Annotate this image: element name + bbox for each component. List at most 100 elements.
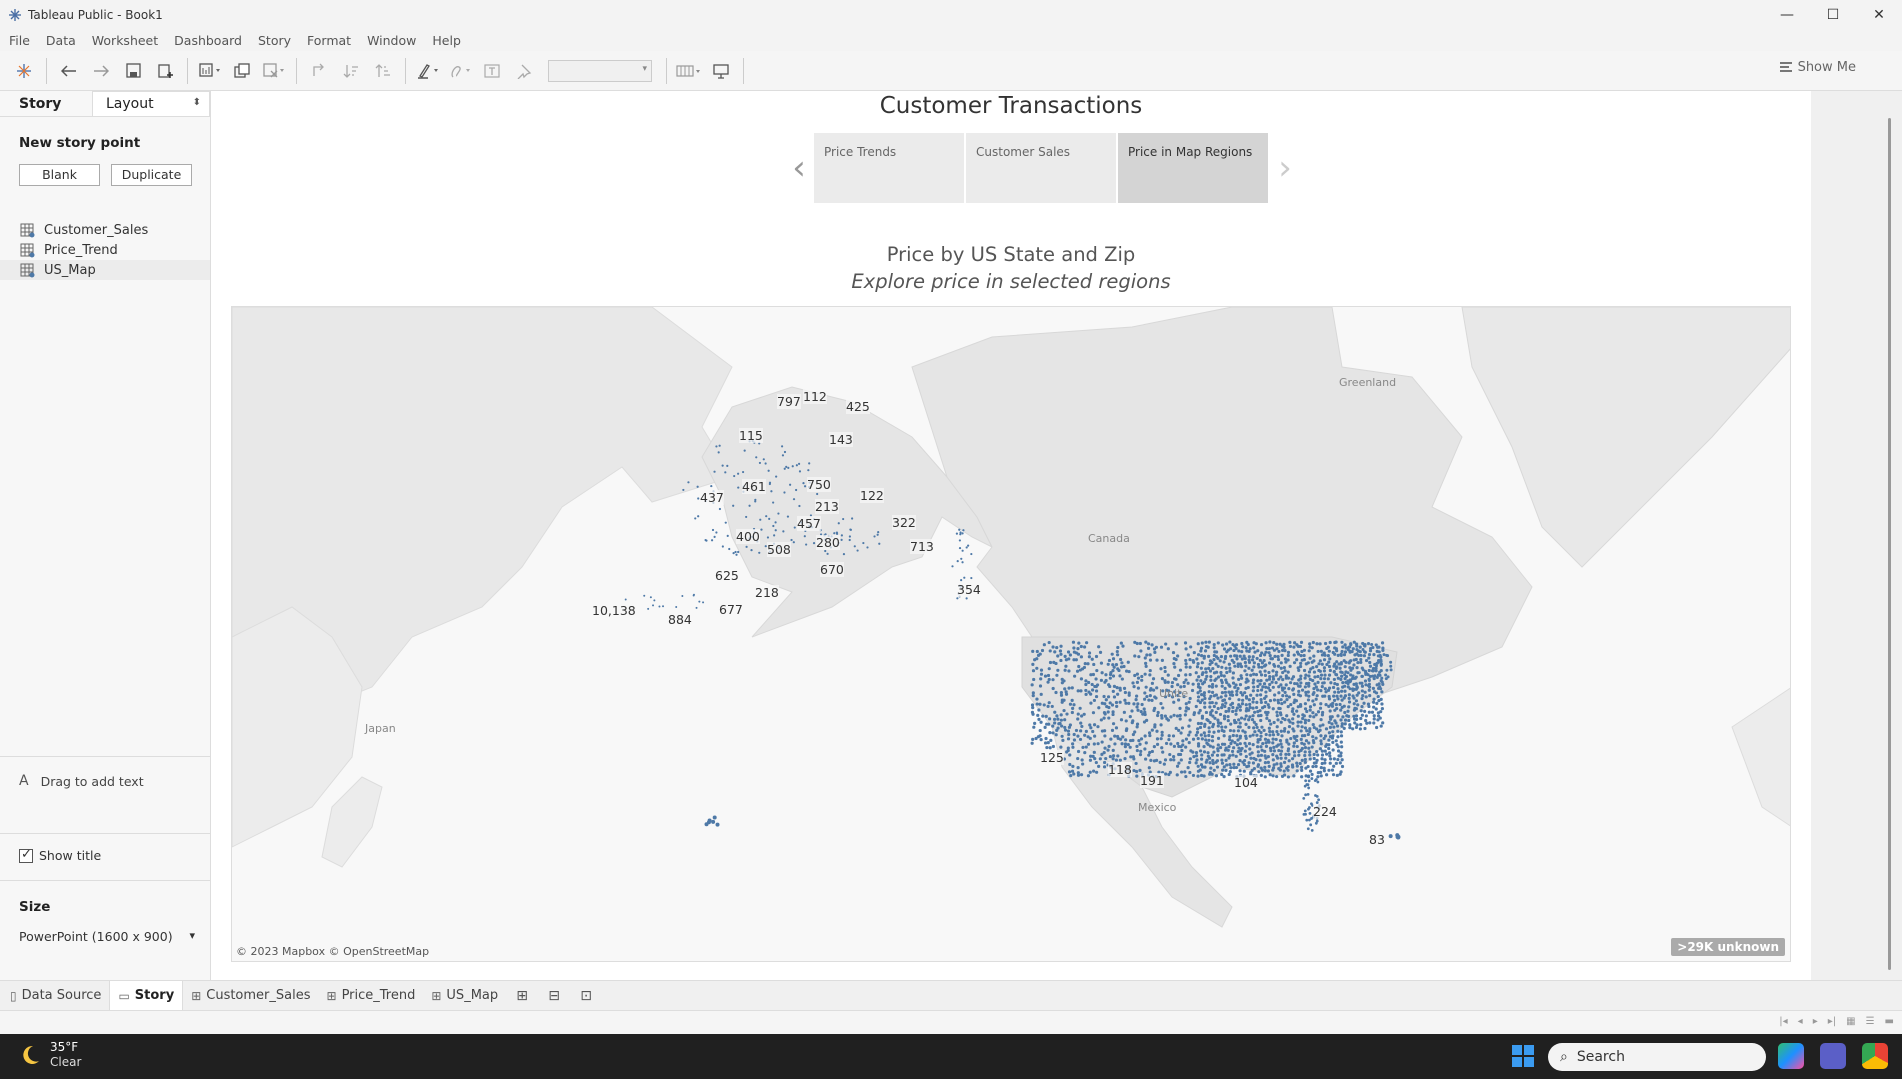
zip-mark[interactable] (1328, 709, 1332, 713)
zip-mark[interactable] (1244, 703, 1248, 707)
zip-mark[interactable] (1083, 733, 1087, 737)
zip-mark[interactable] (1092, 723, 1097, 727)
zip-mark[interactable] (1186, 707, 1191, 711)
zip-mark[interactable] (1166, 647, 1170, 651)
zip-mark[interactable] (1311, 665, 1315, 670)
zip-mark[interactable] (1088, 723, 1092, 727)
zip-mark[interactable] (1357, 671, 1361, 675)
zip-mark[interactable] (1194, 733, 1198, 737)
zip-mark[interactable] (802, 482, 805, 485)
zip-mark[interactable] (1346, 648, 1350, 652)
zip-mark[interactable] (1348, 726, 1352, 730)
zip-mark[interactable] (1275, 670, 1279, 674)
zip-mark[interactable] (1044, 736, 1048, 741)
zip-mark[interactable] (1118, 737, 1123, 741)
zip-mark[interactable] (712, 815, 717, 820)
sort-descending-icon[interactable] (367, 55, 399, 87)
zip-mark[interactable] (1271, 707, 1275, 711)
zip-mark[interactable] (1197, 675, 1201, 679)
zip-mark[interactable] (842, 517, 845, 521)
zip-mark[interactable] (1148, 688, 1153, 692)
zip-mark[interactable] (1092, 769, 1096, 773)
zip-mark[interactable] (1275, 647, 1279, 651)
zip-mark[interactable] (1283, 690, 1287, 695)
zip-mark[interactable] (1357, 654, 1361, 658)
zip-mark[interactable] (1339, 718, 1343, 722)
zip-mark[interactable] (1308, 818, 1311, 822)
zip-mark[interactable] (1059, 658, 1063, 663)
zip-mark[interactable] (1079, 773, 1084, 777)
zip-mark[interactable] (1034, 736, 1038, 741)
zip-mark[interactable] (1177, 761, 1181, 765)
zip-mark[interactable] (1307, 674, 1311, 678)
zip-mark[interactable] (1348, 660, 1352, 664)
zip-label[interactable]: 191 (1140, 773, 1164, 788)
zip-mark[interactable] (1053, 721, 1057, 725)
zip-mark[interactable] (1354, 657, 1358, 662)
zip-mark[interactable] (1244, 754, 1248, 759)
zip-mark[interactable] (1308, 769, 1313, 773)
zip-mark[interactable] (1234, 720, 1238, 725)
zip-mark[interactable] (1198, 700, 1203, 705)
zip-mark[interactable] (1311, 764, 1315, 769)
zip-mark[interactable] (1047, 640, 1051, 645)
zip-mark[interactable] (1111, 674, 1116, 678)
zip-mark[interactable] (958, 528, 961, 531)
zip-mark[interactable] (1243, 741, 1247, 745)
zip-mark[interactable] (1259, 713, 1263, 718)
zip-mark[interactable] (1196, 744, 1201, 748)
zip-label[interactable]: 677 (719, 602, 743, 617)
zip-mark[interactable] (1298, 761, 1302, 766)
zip-mark[interactable] (1095, 770, 1099, 774)
zip-mark[interactable] (1135, 694, 1139, 698)
zip-mark[interactable] (1079, 721, 1083, 725)
weather-widget[interactable]: 35°F Clear (18, 1040, 81, 1070)
zip-mark[interactable] (1216, 736, 1221, 740)
zip-mark[interactable] (1207, 756, 1212, 760)
zip-mark[interactable] (1210, 700, 1214, 705)
zip-mark[interactable] (807, 469, 810, 472)
zip-mark[interactable] (1263, 664, 1267, 668)
zip-mark[interactable] (1347, 714, 1351, 718)
zip-mark[interactable] (1256, 745, 1260, 749)
zip-mark[interactable] (1339, 677, 1343, 682)
zip-mark[interactable] (1279, 661, 1283, 665)
zip-mark[interactable] (1255, 733, 1259, 737)
zip-mark[interactable] (1339, 660, 1343, 664)
zip-mark[interactable] (1295, 744, 1299, 749)
zip-mark[interactable] (1042, 703, 1046, 707)
zip-mark[interactable] (1328, 640, 1332, 645)
zip-mark[interactable] (1263, 696, 1267, 700)
zip-mark[interactable] (1054, 690, 1058, 695)
zip-mark[interactable] (1048, 649, 1052, 653)
zip-mark[interactable] (1301, 716, 1305, 721)
zip-mark[interactable] (783, 467, 786, 470)
zip-mark[interactable] (1115, 649, 1119, 654)
zip-mark[interactable] (1256, 740, 1260, 744)
zip-mark[interactable] (1120, 677, 1124, 681)
zip-mark[interactable] (1259, 753, 1264, 757)
zip-mark[interactable] (1303, 685, 1307, 689)
zip-mark[interactable] (1388, 834, 1393, 839)
zip-mark[interactable] (1068, 753, 1072, 757)
zip-mark[interactable] (1212, 642, 1216, 647)
zip-mark[interactable] (1336, 714, 1340, 718)
zip-mark[interactable] (1074, 728, 1079, 733)
zip-mark[interactable] (1300, 725, 1304, 729)
zip-mark[interactable] (715, 531, 718, 534)
zip-mark[interactable] (1191, 682, 1195, 686)
zip-mark[interactable] (1268, 688, 1272, 693)
zip-mark[interactable] (1322, 677, 1327, 681)
zip-mark[interactable] (1238, 725, 1242, 729)
zip-mark[interactable] (1276, 718, 1280, 722)
zip-mark[interactable] (1209, 678, 1213, 682)
first-sheet-icon[interactable]: |◂ (1779, 1016, 1787, 1027)
zip-mark[interactable] (1239, 716, 1244, 720)
zip-mark[interactable] (1156, 713, 1160, 718)
zip-mark[interactable] (1279, 756, 1283, 760)
zip-mark[interactable] (1067, 732, 1071, 737)
zip-mark[interactable] (1183, 641, 1188, 645)
zip-mark[interactable] (1159, 645, 1164, 649)
zip-mark[interactable] (1244, 646, 1248, 650)
zip-mark[interactable] (1202, 693, 1206, 698)
